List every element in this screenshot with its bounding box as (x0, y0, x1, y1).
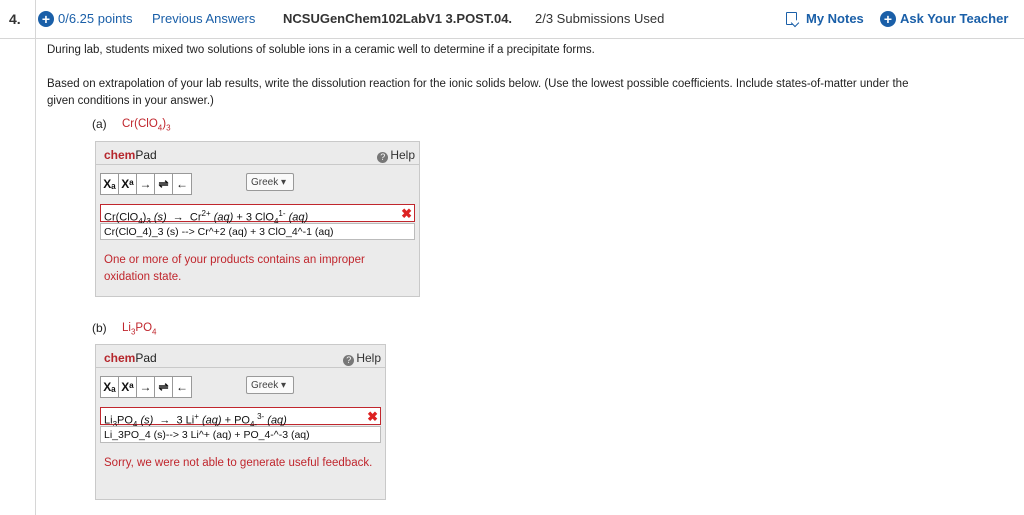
question-header: 4. + 0/6.25 points Previous Answers NCSU… (0, 0, 1024, 39)
help-icon: ? (377, 152, 389, 163)
ask-teacher-link[interactable]: Ask Your Teacher (900, 11, 1008, 26)
chempad-a-raw-input[interactable]: Cr(ClO_4)_3 (s) --> Cr^+2 (aq) + 3 ClO_4… (100, 223, 415, 240)
incorrect-x-icon: ✖ (401, 206, 412, 221)
chempad-a-title: chemPad (104, 148, 157, 162)
chempad-b-feedback: Sorry, we were not able to generate usef… (104, 457, 373, 469)
superscript-button[interactable]: Xᵃ (119, 377, 137, 397)
superscript-button[interactable]: Xᵃ (119, 174, 137, 194)
chempad-b-raw-input[interactable]: Li_3PO_4 (s)--> 3 Li^+ (aq) + PO_4-^-3 (… (100, 426, 381, 443)
back-arrow-button[interactable]: ← (173, 377, 191, 397)
intro-text: During lab, students mixed two solutions… (47, 44, 595, 56)
help-icon: ? (343, 355, 355, 366)
chempad-a-feedback: One or more of your products contains an… (104, 254, 365, 283)
points-link[interactable]: 0/6.25 points (58, 11, 132, 26)
equilibrium-button[interactable]: ⇌ (155, 377, 173, 397)
notes-icon[interactable] (786, 12, 797, 25)
part-b-label: (b) (92, 321, 107, 335)
chempad-b-help[interactable]: ? Help (343, 351, 381, 366)
arrow-button[interactable]: → (137, 174, 155, 194)
arrow-button[interactable]: → (137, 377, 155, 397)
incorrect-x-icon: ✖ (367, 409, 378, 424)
expand-plus-icon[interactable]: + (38, 11, 54, 27)
chempad-a-toolbar: Xₐ Xᵃ → ⇌ ← (100, 173, 192, 195)
chempad-b-rendered-answer[interactable]: Li3PO4 (s) → 3 Li+ (aq) + PO4-3- (aq) ✖ (100, 407, 381, 429)
part-a-label: (a) (92, 117, 107, 131)
ask-teacher-plus-icon[interactable]: + (880, 11, 896, 27)
chempad-b: chemPad ? Help Xₐ Xᵃ → ⇌ ← Greek ▾ Li3PO4… (95, 344, 386, 500)
chempad-b-toolbar: Xₐ Xᵃ → ⇌ ← (100, 376, 192, 398)
chempad-b-title: chemPad (104, 351, 157, 365)
part-a-compound: Cr(ClO4)3 (122, 118, 171, 133)
my-notes-link[interactable]: My Notes (806, 11, 864, 26)
instructions-line-2: given conditions in your answer.) (47, 95, 214, 107)
greek-dropdown[interactable]: Greek ▾ (246, 376, 294, 394)
part-b-compound: Li3PO4 (122, 322, 157, 337)
subscript-button[interactable]: Xₐ (101, 174, 119, 194)
chempad-a-rendered-answer[interactable]: Cr(ClO4)3 (s) → Cr2+ (aq) + 3 ClO41- (aq… (100, 204, 415, 226)
assignment-id: NCSUGenChem102LabV1 3.POST.04. (283, 11, 513, 26)
previous-answers-link[interactable]: Previous Answers (152, 11, 255, 26)
greek-dropdown[interactable]: Greek ▾ (246, 173, 294, 191)
instructions-line-1: Based on extrapolation of your lab resul… (47, 78, 909, 90)
chempad-a: chemPad ? Help Xₐ Xᵃ → ⇌ ← Greek ▾ Cr(ClO… (95, 141, 420, 297)
question-number: 4. (9, 11, 21, 27)
subscript-button[interactable]: Xₐ (101, 377, 119, 397)
submissions-count: 2/3 Submissions Used (535, 11, 665, 26)
equilibrium-button[interactable]: ⇌ (155, 174, 173, 194)
chempad-a-help[interactable]: ? Help (377, 148, 415, 163)
back-arrow-button[interactable]: ← (173, 174, 191, 194)
